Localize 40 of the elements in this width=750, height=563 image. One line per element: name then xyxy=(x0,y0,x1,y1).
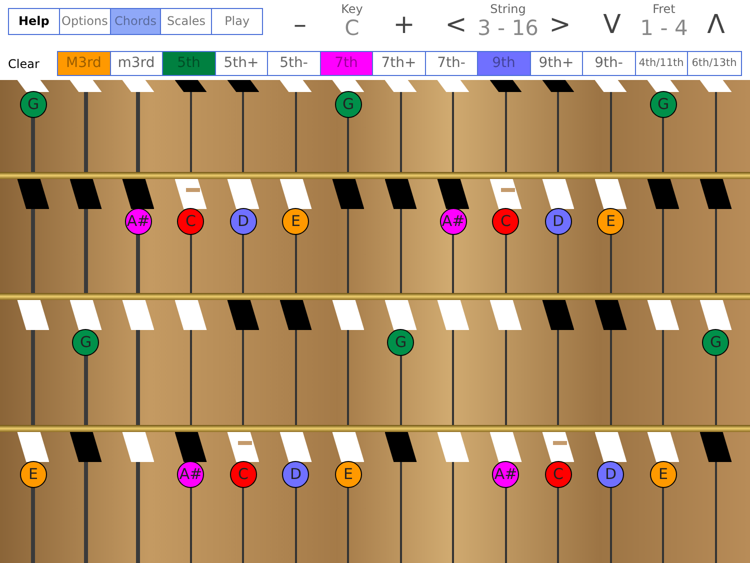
note-marker[interactable]: D xyxy=(597,461,624,488)
note-marker[interactable]: E xyxy=(20,461,47,488)
fret-value: 1 - 4 xyxy=(640,16,688,40)
key-label: Key xyxy=(341,2,363,16)
note-marker[interactable]: G xyxy=(20,91,47,118)
string-value: 3 - 16 xyxy=(478,16,539,40)
note-marker[interactable]: A# xyxy=(177,461,204,488)
mode-tab[interactable]: Options xyxy=(60,8,111,34)
key-left-button[interactable]: – xyxy=(274,10,326,40)
note-marker[interactable]: D xyxy=(544,208,572,235)
note-marker[interactable]: E xyxy=(597,208,624,235)
fret-left-button[interactable]: V xyxy=(586,10,638,40)
note-marker[interactable]: G xyxy=(334,91,362,118)
note-marker[interactable]: E xyxy=(282,208,310,235)
note-marker[interactable]: C xyxy=(177,208,204,235)
interval-toggle[interactable]: 5th+ xyxy=(216,52,268,75)
note-marker[interactable]: G xyxy=(702,329,730,356)
note-marker[interactable]: C xyxy=(230,461,257,488)
note-marker[interactable]: E xyxy=(334,461,362,488)
interval-toggle[interactable]: 4th/11th xyxy=(636,52,688,75)
note-marker[interactable]: G xyxy=(650,91,677,118)
string-label: String xyxy=(490,2,526,16)
note-marker[interactable]: G xyxy=(72,329,100,356)
interval-toggle[interactable]: m3rd xyxy=(110,52,163,75)
interval-toggle[interactable]: 7th- xyxy=(426,52,478,75)
note-marker[interactable]: A# xyxy=(124,208,152,235)
interval-toggle[interactable]: 9th+ xyxy=(530,52,583,75)
note-marker[interactable]: A# xyxy=(440,208,467,235)
key-value: C xyxy=(344,16,360,40)
fret-label: Fret xyxy=(652,2,676,16)
clear-button[interactable]: Clear xyxy=(8,54,57,72)
key-right-button[interactable]: + xyxy=(378,10,430,40)
note-marker[interactable]: E xyxy=(650,461,677,488)
note-marker[interactable]: C xyxy=(492,208,520,235)
note-marker[interactable]: C xyxy=(544,461,572,488)
note-marker[interactable]: G xyxy=(387,329,414,356)
note-marker[interactable]: A# xyxy=(492,461,520,488)
note-marker[interactable]: D xyxy=(230,208,257,235)
fret-right-button[interactable]: Λ xyxy=(690,10,742,40)
note-marker[interactable]: D xyxy=(282,461,310,488)
